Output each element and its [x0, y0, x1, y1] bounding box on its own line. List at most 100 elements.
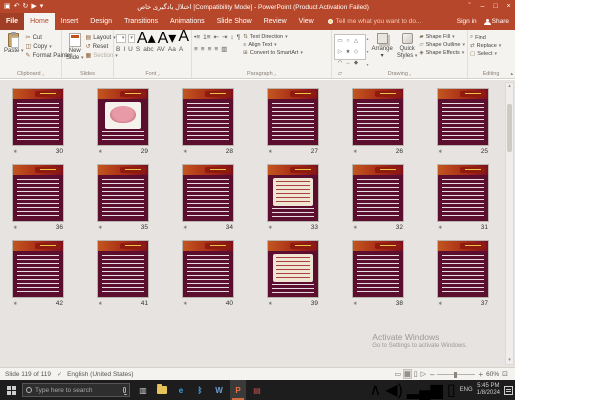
slide-sorter-view-button[interactable]: ▦ [404, 370, 411, 378]
tab-review[interactable]: Review [258, 13, 293, 30]
shape-3[interactable]: ▷ [336, 47, 344, 58]
text-shadow-button[interactable]: S [136, 45, 140, 55]
new-slide-button[interactable]: New Slide ▾ [64, 32, 86, 69]
bullets-button[interactable]: •≡ [194, 33, 200, 43]
slide-counter[interactable]: Slide 119 of 119 [5, 371, 51, 378]
zoom-slider[interactable] [437, 374, 475, 375]
mic-icon[interactable] [123, 387, 126, 393]
slide-thumbnail-30[interactable] [12, 88, 64, 146]
language-status[interactable]: English (United States) [67, 371, 133, 378]
zoom-out-button[interactable]: – [430, 370, 434, 379]
slide-thumbnail-33[interactable] [267, 164, 319, 222]
font-size-select[interactable]: ▾ [128, 34, 135, 43]
vertical-scrollbar[interactable]: ▴ ▾ [505, 82, 514, 365]
slide-thumbnail-42[interactable] [12, 240, 64, 298]
arrange-button[interactable]: Arrange ▾ [370, 32, 395, 69]
sign-in-link[interactable]: Sign in [457, 18, 477, 25]
word-icon[interactable]: W [211, 380, 227, 400]
zoom-in-button[interactable]: + [478, 370, 483, 379]
shape-6[interactable]: ◠ [336, 58, 344, 69]
shape-0[interactable]: ▭ [336, 36, 344, 47]
underline-button[interactable]: U [128, 45, 133, 55]
tab-home[interactable]: Home [24, 13, 55, 30]
font-name-select[interactable]: ▾ [116, 34, 126, 43]
slide-thumbnail-34[interactable] [182, 164, 234, 222]
normal-view-button[interactable]: ▭ [394, 370, 401, 378]
restore-button[interactable]: □ [489, 0, 502, 13]
slide-thumbnail-41[interactable] [97, 240, 149, 298]
section-button[interactable]: ▦Section▾ [86, 52, 118, 59]
align-right-button[interactable]: ≡ [208, 45, 212, 55]
bold-button[interactable]: B [116, 45, 120, 55]
paste-button[interactable]: Paste ▾ [2, 32, 26, 69]
shape-7[interactable]: → [344, 58, 352, 69]
document-icon[interactable]: ▤ [249, 380, 265, 400]
network-icon[interactable]: ▂▄▆ [407, 380, 443, 400]
select-button[interactable]: ▢Select▾ [470, 51, 512, 57]
slide-thumbnail-25[interactable] [437, 88, 489, 146]
volume-icon[interactable]: ◀) [385, 380, 403, 400]
task-view-button[interactable]: ▥ [135, 380, 151, 400]
slide-thumbnail-31[interactable] [437, 164, 489, 222]
change-case-button[interactable]: Aa [168, 45, 176, 55]
slide-thumbnail-37[interactable] [437, 240, 489, 298]
slide-thumbnail-39[interactable] [267, 240, 319, 298]
scroll-up-icon[interactable]: ▴ [508, 83, 511, 90]
slide-thumbnail-29[interactable] [97, 88, 149, 146]
file-explorer-icon[interactable] [154, 380, 170, 400]
edge-icon[interactable]: e [173, 380, 189, 400]
zoom-slider-thumb[interactable] [454, 372, 457, 378]
reading-view-button[interactable]: ▯ [414, 370, 418, 378]
tab-slide-show[interactable]: Slide Show [211, 13, 258, 30]
tray-language-indicator[interactable]: ENG [460, 387, 473, 393]
text-direction-button[interactable]: ⇅Text Direction▾ [243, 34, 303, 40]
shape-8[interactable]: ◆ [352, 58, 360, 69]
battery-icon[interactable]: ▯ [447, 380, 456, 400]
italic-button[interactable]: I [123, 45, 125, 55]
convert-to-smartart-button[interactable]: ⊞Convert to SmartArt▾ [243, 50, 303, 56]
fit-slide-to-window-button[interactable]: ⊡ [502, 370, 508, 378]
slideshow-view-button[interactable]: ▷ [421, 370, 426, 378]
scroll-down-icon[interactable]: ▾ [508, 357, 511, 364]
action-center-icon[interactable] [504, 386, 513, 395]
columns-button[interactable]: ▥ [221, 45, 227, 55]
start-from-beginning-button[interactable]: ▶ [31, 0, 36, 13]
text-direction-ltr-button[interactable]: ¶ [237, 33, 241, 43]
slide-thumbnail-28[interactable] [182, 88, 234, 146]
font-color-button[interactable]: A [179, 45, 183, 55]
tab-insert[interactable]: Insert [55, 13, 85, 30]
start-button[interactable] [0, 380, 22, 400]
replace-button[interactable]: ⇄Replace▾ [470, 43, 512, 49]
hidden-icons-chevron[interactable]: ∧ [370, 380, 382, 400]
close-button[interactable]: × [502, 0, 515, 13]
shapes-gallery-scroll[interactable]: ▴▾▾ [366, 34, 368, 69]
save-button[interactable]: ▣ [4, 0, 11, 13]
shape-outline-button[interactable]: ▱Shape Outline▾ [419, 42, 465, 48]
line-spacing-button[interactable]: ↕ [230, 33, 233, 43]
decrease-indent-button[interactable]: ⇤ [214, 33, 219, 43]
collapse-ribbon-button[interactable]: ▴ [510, 71, 513, 77]
shape-4[interactable]: ★ [344, 47, 352, 58]
align-left-button[interactable]: ≡ [194, 45, 198, 55]
character-spacing-button[interactable]: AV [157, 45, 165, 55]
powerpoint-icon[interactable]: P [230, 380, 246, 400]
layout-button[interactable]: ▤Layout▾ [86, 34, 118, 41]
numbering-button[interactable]: 1≡ [203, 33, 210, 43]
share-button[interactable]: Share [484, 18, 509, 25]
slide-thumbnail-36[interactable] [12, 164, 64, 222]
minimize-button[interactable]: – [476, 0, 489, 13]
tab-file[interactable]: File [0, 13, 24, 30]
shape-fill-button[interactable]: ▰Shape Fill▾ [419, 34, 465, 40]
zoom-percentage[interactable]: 60% [486, 371, 499, 378]
shape-2[interactable]: △ [352, 36, 360, 47]
ribbon-display-options-button[interactable]: ˇ [463, 0, 476, 13]
align-center-button[interactable]: ≡ [201, 45, 205, 55]
slide-thumbnail-38[interactable] [352, 240, 404, 298]
shape-effects-button[interactable]: ◈Shape Effects▾ [419, 50, 465, 56]
undo-button[interactable]: ↶ [14, 0, 20, 13]
reset-button[interactable]: ↺Reset [86, 43, 118, 50]
align-text-button[interactable]: ≡Align Text▾ [243, 42, 303, 48]
find-button[interactable]: ⌕Find [470, 34, 512, 41]
slide-thumbnail-40[interactable] [182, 240, 234, 298]
taskbar-search-box[interactable]: Type here to search [22, 383, 130, 397]
